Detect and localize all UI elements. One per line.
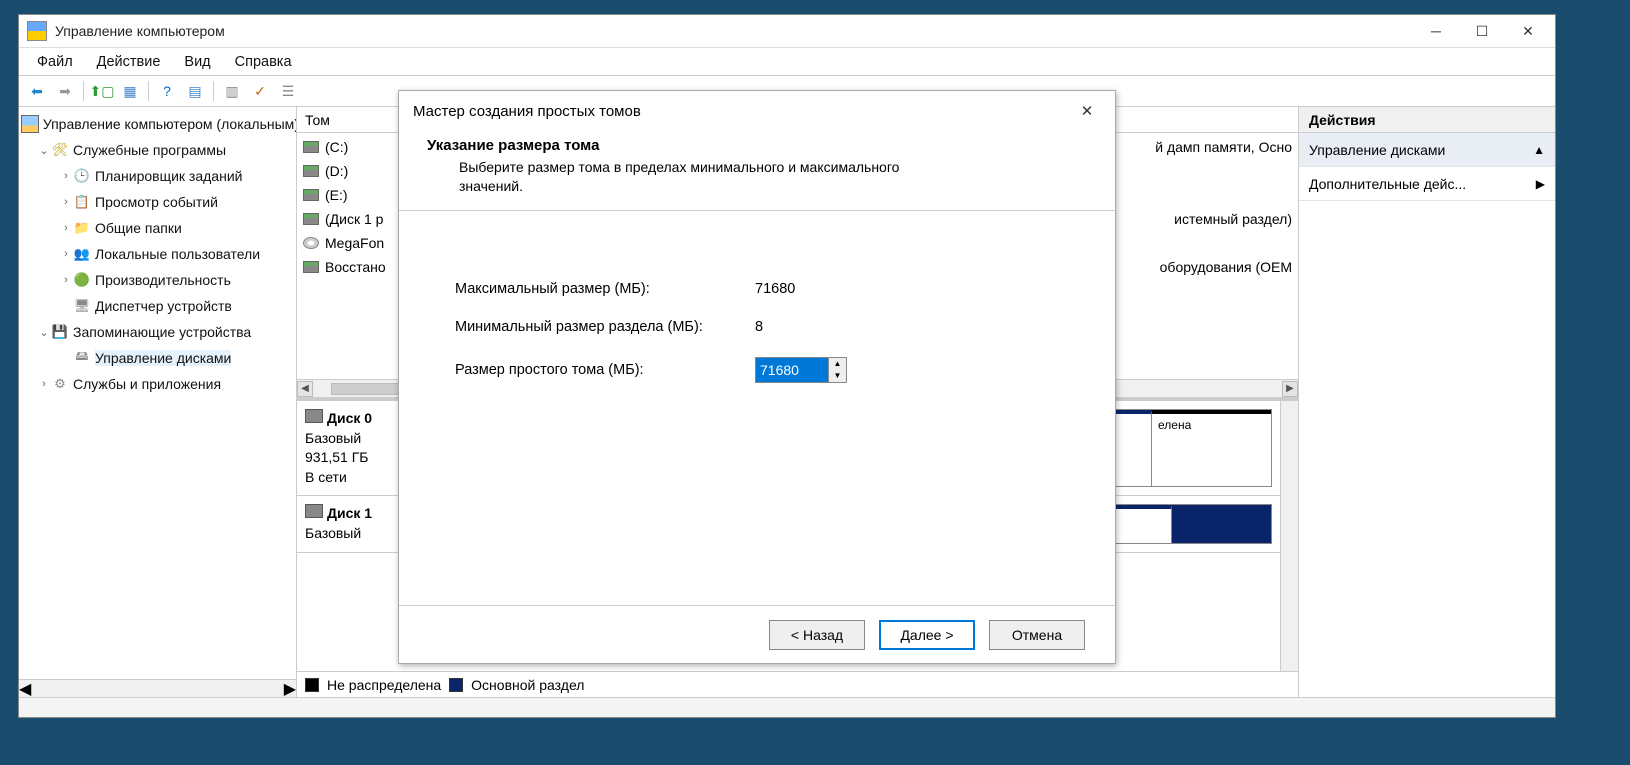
- cancel-button[interactable]: Отмена: [989, 620, 1085, 650]
- help-button[interactable]: ?: [155, 79, 179, 103]
- actions-more[interactable]: Дополнительные дейс...▶: [1299, 167, 1555, 201]
- tree-expander[interactable]: ⌄: [37, 326, 51, 339]
- scroll-left-button[interactable]: ◀: [297, 381, 313, 397]
- disk-icon: [305, 409, 323, 423]
- legend-unallocated: Не распределена: [327, 677, 441, 693]
- legend-swatch-primary: [449, 678, 463, 692]
- menu-help[interactable]: Справка: [223, 52, 304, 72]
- tree-expander[interactable]: ›: [59, 196, 73, 208]
- status-bar: [19, 697, 1555, 717]
- volume-icon: [303, 213, 319, 225]
- min-size-label: Минимальный размер раздела (МБ):: [455, 319, 755, 335]
- wizard-close-button[interactable]: ✕: [1073, 97, 1101, 125]
- shared-folder-icon: 📁: [73, 219, 91, 237]
- close-button[interactable]: ✕: [1505, 17, 1551, 45]
- wizard-heading: Указание размера тома: [427, 137, 1101, 154]
- show-hide-tree-button[interactable]: ▦: [118, 79, 142, 103]
- event-log-icon: 📋: [73, 193, 91, 211]
- tree-expander[interactable]: ›: [59, 274, 73, 286]
- wizard-button-row: < Назад Далее > Отмена: [399, 605, 1115, 663]
- volume-icon: [303, 189, 319, 201]
- wizard-header: Указание размера тома Выберите размер то…: [399, 131, 1115, 211]
- simple-volume-wizard: Мастер создания простых томов ✕ Указание…: [398, 90, 1116, 664]
- services-icon: ⚙: [51, 375, 69, 393]
- refresh-button[interactable]: ▤: [183, 79, 207, 103]
- volume-size-input[interactable]: [756, 358, 828, 382]
- wizard-subheading: Выберите размер тома в пределах минималь…: [427, 158, 967, 196]
- clock-icon: 🕒: [73, 167, 91, 185]
- device-manager-icon: 🖥: [73, 297, 91, 315]
- performance-icon: 🟢: [73, 271, 91, 289]
- volume-size-spinner[interactable]: ▲ ▼: [755, 357, 847, 383]
- tree-storage[interactable]: ⌄💾Запоминающие устройства: [19, 319, 296, 345]
- tree-horizontal-scrollbar[interactable]: ◀ ▶: [19, 679, 296, 697]
- navigation-tree-pane: Управление компьютером (локальным) ⌄🛠Слу…: [19, 107, 297, 697]
- cd-icon: [303, 237, 319, 249]
- toolbar-button-6[interactable]: ✓: [248, 79, 272, 103]
- minimize-button[interactable]: ─: [1413, 17, 1459, 45]
- volume-icon: [303, 165, 319, 177]
- next-button[interactable]: Далее >: [879, 620, 975, 650]
- tree-scheduler[interactable]: ›🕒Планировщик заданий: [19, 163, 296, 189]
- disk-icon: [305, 504, 323, 518]
- tools-icon: 🛠: [51, 141, 69, 159]
- tree-events[interactable]: ›📋Просмотр событий: [19, 189, 296, 215]
- max-size-value: 71680: [755, 281, 795, 297]
- back-button[interactable]: < Назад: [769, 620, 865, 650]
- menubar: Файл Действие Вид Справка: [19, 47, 1555, 75]
- wizard-body: Максимальный размер (МБ): 71680 Минималь…: [399, 211, 1115, 605]
- tree-device-manager[interactable]: 🖥Диспетчер устройств: [19, 293, 296, 319]
- toolbar-button-5[interactable]: ▥: [220, 79, 244, 103]
- tree-services[interactable]: ›⚙Службы и приложения: [19, 371, 296, 397]
- disk-vertical-scrollbar[interactable]: [1280, 401, 1298, 671]
- computer-management-icon: [27, 21, 47, 41]
- tree-expander[interactable]: ›: [59, 248, 73, 260]
- toolbar-button-7[interactable]: ☰: [276, 79, 300, 103]
- window-title: Управление компьютером: [55, 23, 1413, 39]
- tree-root[interactable]: Управление компьютером (локальным): [19, 111, 296, 137]
- up-button[interactable]: ⬆▢: [90, 79, 114, 103]
- scroll-right-button[interactable]: ▶: [284, 679, 296, 698]
- scroll-right-button[interactable]: ▶: [1282, 381, 1298, 397]
- maximize-button[interactable]: ☐: [1459, 17, 1505, 45]
- disk-management-icon: 🖴: [73, 349, 91, 367]
- users-icon: 👥: [73, 245, 91, 263]
- actions-pane: Действия Управление дисками▲ Дополнитель…: [1299, 107, 1555, 697]
- chevron-right-icon: ▶: [1536, 177, 1545, 191]
- tree-expander[interactable]: ⌄: [37, 144, 51, 157]
- volume-icon: [303, 261, 319, 273]
- legend-swatch-unallocated: [305, 678, 319, 692]
- min-size-value: 8: [755, 319, 763, 335]
- menu-file[interactable]: Файл: [25, 52, 85, 72]
- tree-expander[interactable]: ›: [37, 378, 51, 390]
- partition-unallocated[interactable]: елена: [1151, 410, 1271, 486]
- collapse-icon: ▲: [1533, 143, 1545, 157]
- scroll-left-button[interactable]: ◀: [19, 679, 31, 698]
- spinner-down-button[interactable]: ▼: [829, 370, 846, 382]
- legend: Не распределена Основной раздел: [297, 671, 1298, 697]
- forward-button[interactable]: ➡: [53, 79, 77, 103]
- partition-selected[interactable]: [1171, 505, 1271, 542]
- tree-local-users[interactable]: ›👥Локальные пользователи: [19, 241, 296, 267]
- menu-action[interactable]: Действие: [85, 52, 173, 72]
- tree-utilities[interactable]: ⌄🛠Служебные программы: [19, 137, 296, 163]
- actions-header: Действия: [1299, 107, 1555, 133]
- tree-disk-management[interactable]: 🖴Управление дисками: [19, 345, 296, 371]
- volume-icon: [303, 141, 319, 153]
- wizard-title: Мастер создания простых томов: [413, 103, 641, 120]
- tree-expander[interactable]: ›: [59, 222, 73, 234]
- titlebar: Управление компьютером ─ ☐ ✕: [19, 15, 1555, 47]
- tree-expander[interactable]: ›: [59, 170, 73, 182]
- menu-view[interactable]: Вид: [172, 52, 222, 72]
- tree-performance[interactable]: ›🟢Производительность: [19, 267, 296, 293]
- back-button[interactable]: ⬅: [25, 79, 49, 103]
- computer-icon: [21, 115, 39, 133]
- legend-primary: Основной раздел: [471, 677, 584, 693]
- spinner-up-button[interactable]: ▲: [829, 358, 846, 370]
- max-size-label: Максимальный размер (МБ):: [455, 281, 755, 297]
- tree-shared-folders[interactable]: ›📁Общие папки: [19, 215, 296, 241]
- volume-size-label: Размер простого тома (МБ):: [455, 362, 755, 378]
- storage-icon: 💾: [51, 323, 69, 341]
- actions-disk-management[interactable]: Управление дисками▲: [1299, 133, 1555, 167]
